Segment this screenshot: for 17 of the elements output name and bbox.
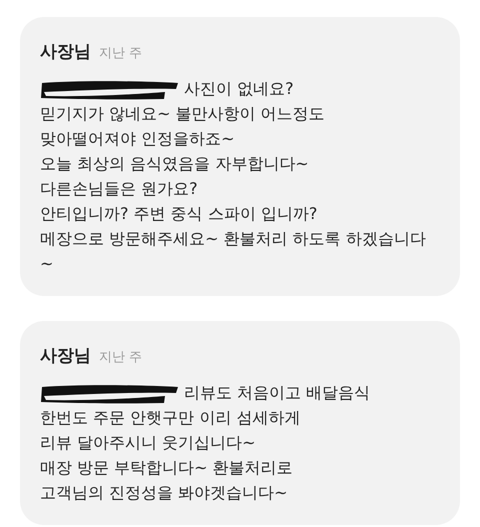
reply-text-line: 매장 방문 부탁합니다~ 환불처리로 [40, 456, 293, 478]
reply-text-line: ~ [40, 252, 54, 274]
timestamp: 지난 주 [99, 349, 142, 367]
reply-text-line: 리뷰 달아주시니 웃기십니다~ [40, 432, 256, 454]
reply-text-line: 사진이 없네요? [184, 78, 294, 100]
reply-text-line: 다른손님들은 원가요? [40, 178, 198, 200]
reply-text-line: 오늘 최상의 음식였음을 자부합니다~ [40, 152, 309, 174]
reply-text-line: 믿기지가 않네요~ 불만사항이 어느정도 [40, 102, 325, 124]
timestamp: 지난 주 [99, 45, 142, 63]
reply-text-line: 한번도 주문 안햇구만 이리 섬세하게 [40, 406, 300, 428]
author-name: 사장님 [40, 41, 91, 64]
reply-text-line: 맞아떨어져야 인정을하죠~ [40, 128, 234, 150]
reply-text-line: 고객님의 진정성을 봐야겟습니다~ [40, 482, 288, 504]
reply-text-line: 리뷰도 처음이고 배달음식 [184, 382, 370, 404]
reply-text-line: 안티입니까? 주변 중식 스파이 입니까? [40, 202, 318, 224]
reply-text-line: 메장으로 방문해주세요~ 환불처리 하도록 하겠습니다 [40, 228, 426, 250]
author-name: 사장님 [40, 345, 91, 368]
